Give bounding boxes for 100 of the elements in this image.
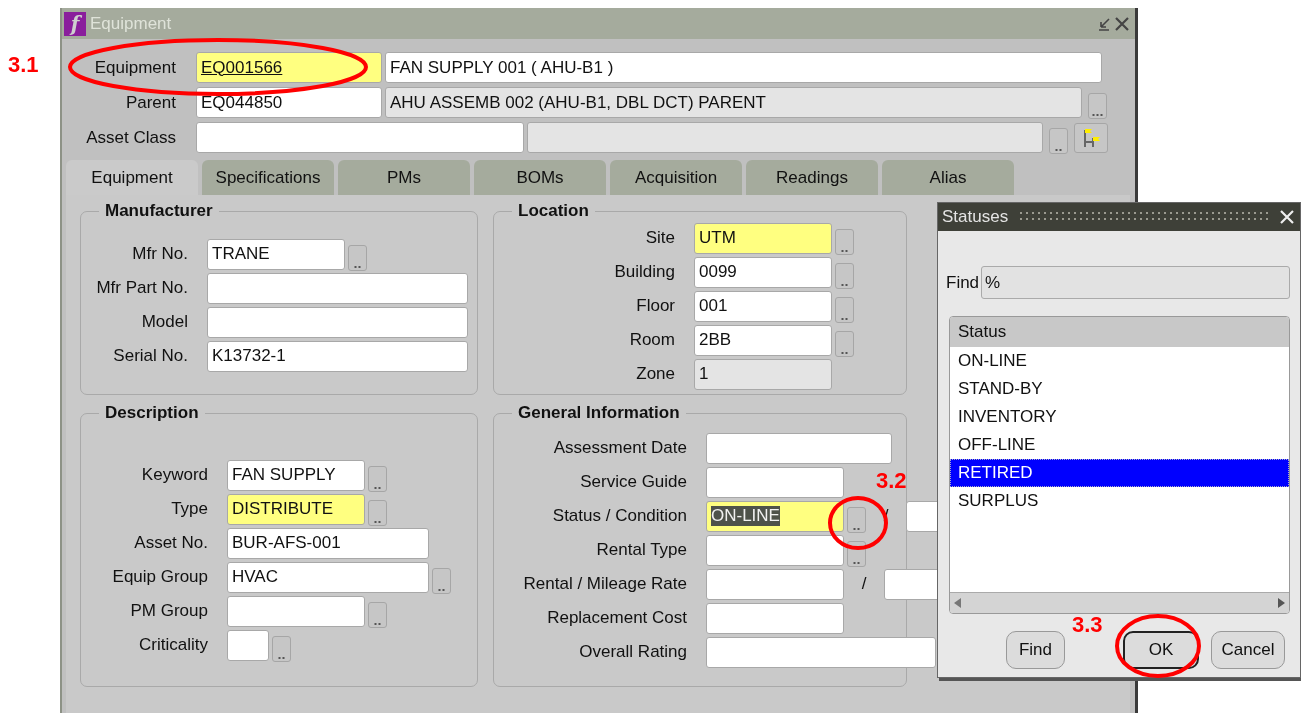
close-icon[interactable] [1115,16,1129,31]
text-field[interactable] [706,602,844,634]
text-field[interactable]: DISTRIBUTE [227,493,365,525]
tab[interactable]: Readings [746,160,878,195]
text-field[interactable]: UTM [694,222,832,254]
tab[interactable]: Specifications [202,160,334,195]
text-field[interactable] [706,432,892,464]
field-label: Criticality [138,635,209,655]
list-of-values-button[interactable] [368,466,387,492]
dots-icon [852,526,861,532]
text-field[interactable] [227,595,365,627]
list-of-values-button[interactable] [432,568,451,594]
tab[interactable]: Alias [882,160,1014,195]
text-field[interactable] [207,272,468,304]
field-label: Mfr No. [131,244,189,264]
field-label: Asset Class [85,127,177,148]
list-of-values-button[interactable] [1049,128,1068,154]
window-title: Equipment [90,13,173,34]
field-label: Building [613,262,676,282]
find-label: Find [946,272,980,293]
code-field[interactable]: EQ001566 [196,52,382,83]
dialog-button[interactable]: OK [1123,631,1199,669]
list-of-values-button[interactable] [368,500,387,526]
step-label: 3.3 [1072,612,1103,638]
field-label: Asset No. [133,533,209,553]
text-field[interactable] [706,636,936,668]
text-field[interactable]: FAN SUPPLY [227,459,365,491]
minimize-icon[interactable] [1097,16,1111,31]
dots-icon [373,621,382,627]
field-label: Model [140,312,189,332]
dots-icon [437,587,446,593]
text-field[interactable]: 2BB [694,324,832,356]
tab[interactable]: PMs [338,160,470,195]
dots-icon [1091,112,1104,118]
tab[interactable]: Equipment [66,160,198,195]
field-label: PM Group [129,601,209,621]
dots-icon [840,350,849,356]
list-of-values-button[interactable] [847,507,866,533]
field-label: Site [644,228,676,248]
dots-icon [373,519,382,525]
list-of-values-button[interactable] [272,636,291,662]
field-label: Replacement Cost [546,608,688,628]
field-label: Overall Rating [578,642,688,662]
list-of-values-button[interactable] [835,229,854,255]
field-label: Parent [124,92,177,113]
group-title: Description [104,403,200,423]
text-field[interactable]: TRANE [207,238,345,270]
text-field[interactable] [706,534,844,566]
field-label: Rental / Mileage Rate [522,574,688,594]
field-label: Status / Condition [551,506,688,526]
list-item[interactable]: OFF-LINE [950,431,1289,459]
app-icon: f [64,11,86,36]
dots-icon [373,485,382,491]
left-arrow-icon[interactable] [954,598,962,608]
list-of-values-button[interactable] [835,331,854,357]
right-arrow-icon[interactable] [1277,598,1285,608]
description-field[interactable]: FAN SUPPLY 001 ( AHU-B1 ) [385,52,1102,83]
text-field[interactable] [706,568,844,600]
list-item[interactable]: STAND-BY [950,375,1289,403]
field-label: Service Guide [579,472,688,492]
list-item[interactable]: ON-LINE [950,347,1289,375]
tab[interactable]: BOMs [474,160,606,195]
list-of-values-button[interactable] [835,297,854,323]
text-field[interactable]: BUR-AFS-001 [227,527,429,559]
text-field[interactable] [227,629,269,661]
list-item[interactable]: SURPLUS [950,487,1289,515]
list-item[interactable]: INVENTORY [950,403,1289,431]
horizontal-scrollbar[interactable] [950,592,1289,613]
text-field[interactable]: 0099 [694,256,832,288]
text-field[interactable] [706,466,844,498]
group-title: Manufacturer [104,201,214,221]
code-field[interactable] [196,122,524,153]
step-label: 3.2 [876,468,907,494]
hierarchy-button[interactable] [1074,122,1108,153]
find-field[interactable]: % [981,266,1290,299]
dialog-button[interactable]: Find [1006,631,1065,669]
field-label: Equip Group [111,567,209,587]
list-of-values-button[interactable] [835,263,854,289]
column-header: Status [950,317,1289,347]
text-field[interactable]: HVAC [227,561,429,593]
field-label: Equipment [93,57,177,78]
code-field[interactable]: EQ044850 [196,87,382,118]
dots-icon [852,560,861,566]
field-label: Rental Type [595,540,688,560]
text-field[interactable]: K13732-1 [207,340,468,372]
list-of-values-button[interactable] [1088,93,1107,119]
text-field[interactable]: ON-LINE [706,500,844,532]
field-label: Mfr Part No. [95,278,189,298]
text-field[interactable] [207,306,468,338]
dots-icon [840,316,849,322]
dialog-button[interactable]: Cancel [1211,631,1285,669]
separator-text: / [860,574,868,594]
tab[interactable]: Acquisition [610,160,742,195]
list-of-values-button[interactable] [368,602,387,628]
list-item[interactable]: RETIRED [950,459,1289,487]
list-of-values-button[interactable] [348,245,367,271]
group-title: General Information [517,403,681,423]
field-label: Serial No. [112,346,189,366]
text-field[interactable]: 001 [694,290,832,322]
dialog-title: Statuses [942,207,1009,227]
